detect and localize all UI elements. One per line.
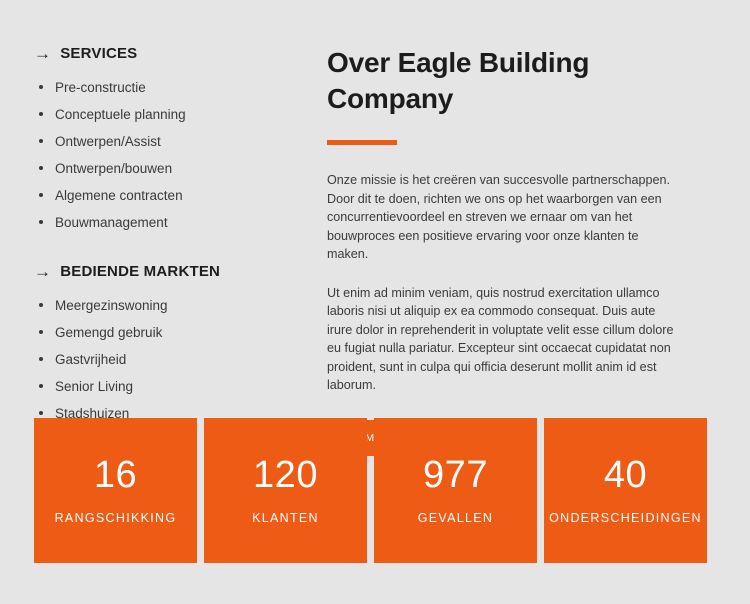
stat-card[interactable]: 977 GEVALLEN (374, 418, 537, 563)
page-title: Over Eagle Building Company (327, 47, 590, 114)
list-item[interactable]: Senior Living (34, 376, 284, 397)
bullet-icon (39, 112, 43, 116)
list-item[interactable]: Conceptuele planning (34, 104, 284, 125)
services-list: Pre-constructie Conceptuele planning Ont… (34, 77, 284, 233)
stat-label: KLANTEN (252, 511, 319, 526)
list-item-label: Bouwmanagement (55, 215, 168, 230)
content-top-section: → SERVICES Pre-constructie Conceptuele p… (0, 0, 750, 456)
stat-value: 16 (93, 454, 138, 497)
bullet-icon (39, 220, 43, 224)
sidebar-column: → SERVICES Pre-constructie Conceptuele p… (34, 45, 284, 430)
stat-card[interactable]: 16 RANGSCHIKKING (34, 418, 197, 563)
bullet-icon (39, 166, 43, 170)
title-divider (327, 140, 397, 145)
services-block: → SERVICES Pre-constructie Conceptuele p… (34, 45, 284, 233)
list-item[interactable]: Gastvrijheid (34, 349, 284, 370)
bullet-icon (39, 330, 43, 334)
stat-card[interactable]: 40 ONDERSCHEIDINGEN (544, 418, 707, 563)
services-heading-label: SERVICES (60, 45, 138, 62)
list-item-label: Pre-constructie (55, 80, 146, 95)
markets-heading: → BEDIENDE MARKTEN (34, 263, 284, 281)
stats-row: 16 RANGSCHIKKING 120 KLANTEN 977 GEVALLE… (34, 418, 707, 563)
stat-label: RANGSCHIKKING (54, 511, 177, 526)
list-item-label: Ontwerpen/bouwen (55, 161, 173, 176)
arrow-right-icon: → (34, 43, 52, 63)
list-item[interactable]: Gemengd gebruik (34, 322, 284, 343)
list-item[interactable]: Meergezinswoning (34, 295, 284, 316)
list-item[interactable]: Pre-constructie (34, 77, 284, 98)
bullet-icon (39, 303, 43, 307)
list-item-label: Ontwerpen/Assist (55, 134, 161, 149)
main-column: Over Eagle Building Company Onze missie … (327, 45, 683, 456)
services-heading: → SERVICES (34, 45, 284, 63)
stat-value: 40 (603, 454, 648, 497)
stat-value: 977 (423, 454, 488, 497)
list-item[interactable]: Bouwmanagement (34, 212, 284, 233)
stat-card[interactable]: 120 KLANTEN (204, 418, 367, 563)
bullet-icon (39, 357, 43, 361)
list-item-label: Senior Living (55, 379, 134, 394)
list-item[interactable]: Ontwerpen/Assist (34, 131, 284, 152)
markets-block: → BEDIENDE MARKTEN Meergezinswoning Geme… (34, 263, 284, 424)
secondary-paragraph: Ut enim ad minim veniam, quis nostrud ex… (327, 285, 674, 393)
intro-paragraph: Onze missie is het creëren van succesvol… (327, 173, 671, 261)
list-item[interactable]: Algemene contracten (34, 185, 284, 206)
bullet-icon (39, 139, 43, 143)
list-item-label: Gemengd gebruik (55, 325, 163, 340)
bullet-icon (39, 384, 43, 388)
bullet-icon (39, 85, 43, 89)
list-item-label: Gastvrijheid (55, 352, 127, 367)
list-item-label: Algemene contracten (55, 188, 183, 203)
list-item-label: Meergezinswoning (55, 298, 168, 313)
arrow-right-icon: → (34, 261, 52, 281)
stat-label: GEVALLEN (417, 511, 494, 526)
list-item[interactable]: Ontwerpen/bouwen (34, 158, 284, 179)
stat-value: 120 (253, 454, 318, 497)
stat-label: ONDERSCHEIDINGEN (549, 511, 702, 526)
markets-heading-label: BEDIENDE MARKTEN (60, 263, 221, 280)
list-item-label: Conceptuele planning (55, 107, 186, 122)
bullet-icon (39, 193, 43, 197)
page-root: → SERVICES Pre-constructie Conceptuele p… (0, 0, 750, 604)
bullet-icon (39, 411, 43, 415)
markets-list: Meergezinswoning Gemengd gebruik Gastvri… (34, 295, 284, 424)
